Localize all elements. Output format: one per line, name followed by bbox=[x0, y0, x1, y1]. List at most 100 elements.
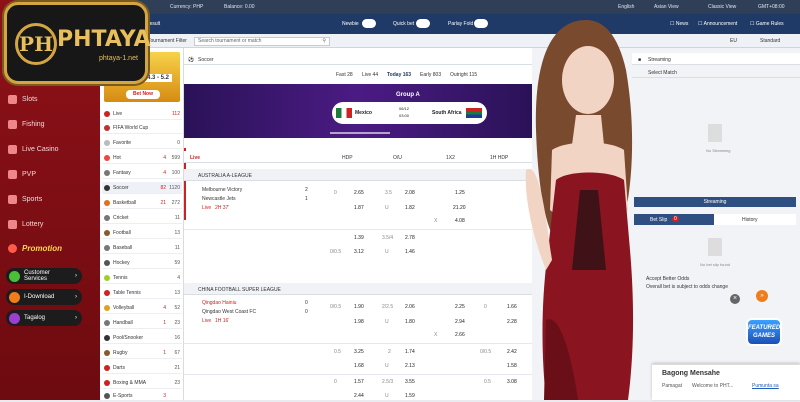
sport-item-pool-snooker[interactable]: Pool/Snooker 16 bbox=[102, 332, 182, 344]
league-header[interactable]: AUSTRALIA A-LEAGUE bbox=[184, 169, 532, 181]
featured-games-badge[interactable]: FEATURED GAMES bbox=[744, 312, 784, 352]
odds-cell[interactable]: 1.39 bbox=[354, 235, 364, 241]
sport-item-volleyball[interactable]: Volleyball 4 52 bbox=[102, 302, 182, 314]
odds-cell[interactable]: 2.65 bbox=[354, 190, 364, 196]
odds-cell[interactable]: 1.68 bbox=[354, 363, 364, 369]
odds-cell[interactable]: 1.57 bbox=[354, 379, 364, 385]
chat-bubble-icon[interactable]: » bbox=[756, 290, 768, 302]
odds-cell[interactable]: 3.25 bbox=[354, 349, 364, 355]
tab-fast[interactable]: Fast 28 bbox=[336, 72, 353, 78]
home-score: 2 bbox=[305, 187, 308, 193]
hdp-line: 0.5 bbox=[484, 379, 491, 385]
sport-item-esports[interactable]: E-Sports 3 bbox=[102, 390, 182, 402]
game-rules-link[interactable]: ☐ Game Rules bbox=[750, 21, 784, 27]
odds-cell[interactable]: 1.82 bbox=[405, 205, 415, 211]
nav-item-pvp[interactable]: PVP bbox=[8, 170, 36, 179]
odds-cell[interactable]: 21.20 bbox=[453, 205, 466, 211]
sport-item-cricket[interactable]: Cricket 11 bbox=[102, 212, 182, 224]
tab-today[interactable]: Today 163 bbox=[387, 72, 411, 78]
odds-cell[interactable]: 2.06 bbox=[405, 304, 415, 310]
slots-icon bbox=[8, 95, 17, 104]
nav-item-sports[interactable]: Sports bbox=[8, 195, 42, 204]
odds-cell[interactable]: 3.12 bbox=[354, 249, 364, 255]
sport-item-rugby[interactable]: Rugby 1 67 bbox=[102, 347, 182, 359]
sport-item-basketball[interactable]: Basketball 21 272 bbox=[102, 197, 182, 209]
odds-cell[interactable]: 1.98 bbox=[354, 319, 364, 325]
customer-services-button[interactable]: Customer Services › bbox=[6, 268, 82, 284]
sport-item-hockey[interactable]: Hockey 59 bbox=[102, 257, 182, 269]
odds-cell[interactable]: 2.08 bbox=[405, 190, 415, 196]
sport-item-hot[interactable]: Hot 4 599 bbox=[102, 152, 182, 164]
sport-item-favorite[interactable]: Favorite 0 bbox=[102, 137, 182, 149]
news-link[interactable]: ☐ News bbox=[670, 21, 688, 27]
sport-item-handball[interactable]: Handball 1 23 bbox=[102, 317, 182, 329]
carousel-dots[interactable] bbox=[330, 132, 390, 134]
league-header[interactable]: CHINA FOOTBALL SUPER LEAGUE bbox=[184, 283, 532, 295]
notification-title: Bagong Mensahe bbox=[662, 370, 720, 377]
odds-cell[interactable]: 1.80 bbox=[405, 319, 415, 325]
sport-item-football[interactable]: Football 13 bbox=[102, 227, 182, 239]
odds-cell[interactable]: 1.25 bbox=[455, 190, 465, 196]
sport-item-fantasy[interactable]: Fantasy 4 100 bbox=[102, 167, 182, 179]
odds-cell[interactable]: 2.66 bbox=[455, 332, 465, 338]
message-notification[interactable]: Bagong Mensahe Pamagat Welcome to PHT...… bbox=[652, 364, 800, 400]
sport-item-darts[interactable]: Darts 21 bbox=[102, 362, 182, 374]
odds-cell[interactable]: 2.13 bbox=[405, 363, 415, 369]
region-select[interactable]: EU bbox=[730, 38, 737, 44]
tournament-filter[interactable]: Tournament Filter bbox=[148, 38, 187, 44]
sport-item-table-tennis[interactable]: Table Tennis 13 bbox=[102, 287, 182, 299]
download-button[interactable]: I-Download › bbox=[6, 289, 82, 305]
odds-view-select[interactable]: Asian View bbox=[654, 4, 679, 10]
nav-item-fishing[interactable]: Fishing bbox=[8, 120, 45, 129]
nav-item-live-casino[interactable]: Live Casino bbox=[8, 145, 59, 154]
featured-games-label: FEATURED GAMES bbox=[746, 318, 782, 346]
language-select[interactable]: English bbox=[618, 4, 634, 10]
odds-cell[interactable]: 1.46 bbox=[405, 249, 415, 255]
featured-match-banner[interactable]: Group A Mexico 06/12 03:00 South Africa bbox=[184, 84, 532, 138]
odds-cell[interactable]: 2.78 bbox=[405, 235, 415, 241]
parlay-fold-toggle[interactable] bbox=[474, 19, 488, 28]
odds-cell[interactable]: 4.08 bbox=[455, 218, 465, 224]
odds-cell[interactable]: 2.44 bbox=[354, 393, 364, 399]
sport-item-boxing-mma[interactable]: Boxing & MMA 23 bbox=[102, 377, 182, 389]
nav-item-lottery[interactable]: Lottery bbox=[8, 220, 43, 229]
sport-item-tennis[interactable]: Tennis 4 bbox=[102, 272, 182, 284]
announcement-link[interactable]: ☐ Announcement bbox=[698, 21, 737, 27]
odds-cell[interactable]: 1.59 bbox=[405, 393, 415, 399]
hdp-header: HDP bbox=[342, 155, 353, 161]
odds-cell[interactable]: 1.87 bbox=[354, 205, 364, 211]
live-badge: Live bbox=[202, 205, 212, 211]
sport-item-soccer[interactable]: Soccer 82 1120 bbox=[102, 182, 182, 194]
sport-item-live[interactable]: Live 112 bbox=[102, 108, 182, 120]
quick-bet-toggle[interactable] bbox=[416, 19, 430, 28]
layout-view-select[interactable]: Classic View bbox=[708, 4, 736, 10]
odds-cell[interactable]: 3.55 bbox=[405, 379, 415, 385]
close-icon[interactable]: × bbox=[730, 294, 740, 304]
standard-select[interactable]: Standard bbox=[760, 38, 780, 44]
tab-early[interactable]: Early 803 bbox=[420, 72, 441, 78]
tab-outright[interactable]: Outright 115 bbox=[450, 72, 477, 78]
nav-item-slots[interactable]: Slots bbox=[8, 95, 38, 104]
odds-cell[interactable]: 1.74 bbox=[405, 349, 415, 355]
sport-item-world-cup[interactable]: FIFA World Cup bbox=[102, 122, 182, 134]
newbie-toggle[interactable] bbox=[362, 19, 376, 28]
hdp-line: 0 bbox=[334, 379, 337, 385]
banner-score: 4.3 - 5.2 bbox=[144, 74, 173, 82]
nav-item-promotion[interactable]: Promotion bbox=[8, 244, 62, 253]
odds-cell[interactable]: 1.90 bbox=[354, 304, 364, 310]
odds-cell[interactable]: 2.25 bbox=[455, 304, 465, 310]
search-input[interactable]: Search tournament or match ⚲ bbox=[194, 37, 330, 46]
history-tab[interactable]: History bbox=[714, 214, 796, 225]
bet-now-button[interactable]: Bet Now bbox=[126, 90, 160, 99]
odds-cell[interactable]: 2.94 bbox=[455, 319, 465, 325]
match-row[interactable]: Melbourne Victory Newcastle Jets 2 1 Liv… bbox=[198, 185, 318, 225]
sport-item-baseball[interactable]: Baseball 11 bbox=[102, 242, 182, 254]
match-row[interactable]: Qingdao Hainiu Qingdao West Coast FC 0 0… bbox=[198, 298, 318, 338]
brand-logo[interactable]: PH PHTAYA phtaya-1.net bbox=[4, 2, 151, 84]
ou-header: O/U bbox=[393, 155, 402, 161]
timezone-select[interactable]: GMT+08:00 bbox=[758, 4, 785, 10]
notification-link[interactable]: Pumunta sa bbox=[752, 383, 779, 389]
ou-line: 3.5/4 bbox=[382, 235, 394, 241]
language-button[interactable]: Tagalog › bbox=[6, 310, 82, 326]
tab-live[interactable]: Live 44 bbox=[362, 72, 378, 78]
